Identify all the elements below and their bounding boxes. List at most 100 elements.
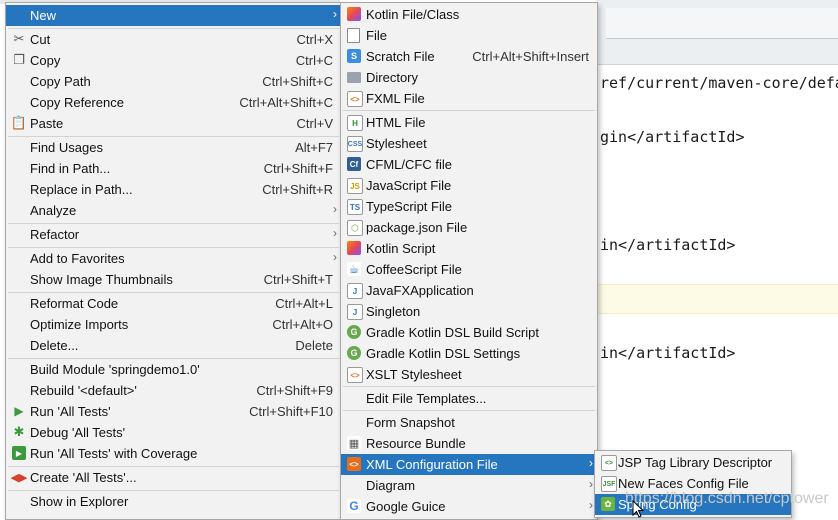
menu-item-label: Replace in Path... bbox=[30, 182, 133, 197]
menu-item-label: Refactor bbox=[30, 227, 80, 242]
new-item-google-guice[interactable]: G Google Guice › bbox=[341, 496, 597, 517]
menu-item-label: Edit File Templates... bbox=[366, 391, 487, 406]
menu-item-show-in-explorer[interactable]: Show in Explorer bbox=[6, 491, 341, 512]
menu-item-label: CFML/CFC file bbox=[366, 157, 452, 172]
menu-item-shortcut: Ctrl+Shift+R bbox=[262, 182, 333, 197]
menu-item-run-all-tests[interactable]: ▶ Run 'All Tests' Ctrl+Shift+F10 bbox=[6, 401, 341, 422]
menu-item-find-usages[interactable]: Find Usages Alt+F7 bbox=[6, 137, 341, 158]
new-item-directory[interactable]: Directory bbox=[341, 67, 597, 88]
css-file-icon: CSS bbox=[347, 136, 363, 152]
new-item-edit-file-templates[interactable]: Edit File Templates... bbox=[341, 388, 597, 409]
menu-item-shortcut: Alt+F7 bbox=[295, 140, 333, 155]
menu-item-label: Find Usages bbox=[30, 140, 103, 155]
package-json-icon: ⬡ bbox=[347, 220, 363, 236]
menu-item-find-in-path[interactable]: Find in Path... Ctrl+Shift+F bbox=[6, 158, 341, 179]
menu-item-replace-in-path[interactable]: Replace in Path... Ctrl+Shift+R bbox=[6, 179, 341, 200]
new-item-scratch-file[interactable]: S Scratch File Ctrl+Alt+Shift+Insert bbox=[341, 46, 597, 67]
scissors-icon: ✂ bbox=[13, 31, 25, 46]
new-item-singleton[interactable]: J Singleton bbox=[341, 301, 597, 322]
menu-item-delete[interactable]: Delete... Delete bbox=[6, 335, 341, 356]
menu-item-rebuild[interactable]: Rebuild '<default>' Ctrl+Shift+F9 bbox=[6, 380, 341, 401]
menu-item-add-to-favorites[interactable]: Add to Favorites › bbox=[6, 248, 341, 269]
menu-item-label: Optimize Imports bbox=[30, 317, 129, 332]
new-item-javascript-file[interactable]: JS JavaScript File bbox=[341, 175, 597, 196]
menu-item-label: Delete... bbox=[30, 338, 79, 353]
file-icon bbox=[347, 28, 360, 43]
new-submenu: Kotlin File/Class File S Scratch File Ct… bbox=[340, 2, 598, 520]
menu-item-shortcut: Ctrl+Alt+Shift+C bbox=[239, 95, 333, 110]
editor-tab-strip bbox=[596, 0, 838, 65]
new-item-xml-configuration-file[interactable]: <> XML Configuration File › bbox=[341, 454, 597, 475]
menu-item-create-all-tests[interactable]: ◀▶ Create 'All Tests'... bbox=[6, 467, 341, 488]
menu-item-optimize-imports[interactable]: Optimize Imports Ctrl+Alt+O bbox=[6, 314, 341, 335]
new-item-file[interactable]: File bbox=[341, 25, 597, 46]
paste-icon: 📋 bbox=[10, 115, 28, 130]
new-item-coffeescript[interactable]: ☕ CoffeeScript File bbox=[341, 259, 597, 280]
menu-item-show-image-thumbnails[interactable]: Show Image Thumbnails Ctrl+Shift+T bbox=[6, 269, 341, 290]
menu-item-shortcut: Ctrl+Alt+Shift+Insert bbox=[472, 49, 589, 64]
menu-item-label: Find in Path... bbox=[30, 161, 111, 176]
menu-item-shortcut: Ctrl+Shift+T bbox=[263, 272, 333, 287]
menu-item-label: Show in Explorer bbox=[30, 494, 129, 509]
menu-item-label: Directory bbox=[366, 70, 419, 85]
spring-icon: ✿ bbox=[601, 497, 615, 511]
menu-item-debug-all-tests[interactable]: ✱ Debug 'All Tests' bbox=[6, 422, 341, 443]
mouse-cursor-icon bbox=[632, 500, 644, 518]
menu-item-refactor[interactable]: Refactor › bbox=[6, 224, 341, 245]
new-item-form-snapshot[interactable]: Form Snapshot bbox=[341, 412, 597, 433]
xml-item-jsp-tag-library[interactable]: <> JSP Tag Library Descriptor bbox=[595, 452, 791, 473]
new-item-resource-bundle[interactable]: ▦ Resource Bundle bbox=[341, 433, 597, 454]
new-item-gradle-build-script[interactable]: G Gradle Kotlin DSL Build Script bbox=[341, 322, 597, 343]
debug-icon: ✱ bbox=[13, 424, 25, 439]
new-item-diagram[interactable]: Diagram › bbox=[341, 475, 597, 496]
menu-item-label: Google Guice bbox=[366, 499, 446, 514]
menu-item-copy-path[interactable]: Copy Path Ctrl+Shift+C bbox=[6, 71, 341, 92]
chevron-right-icon: › bbox=[589, 456, 593, 470]
menu-item-paste[interactable]: 📋 Paste Ctrl+V bbox=[6, 113, 341, 134]
chevron-right-icon: › bbox=[333, 7, 337, 21]
singleton-icon: J bbox=[347, 304, 363, 320]
new-item-kotlin-file[interactable]: Kotlin File/Class bbox=[341, 4, 597, 25]
menu-item-shortcut: Ctrl+V bbox=[296, 116, 333, 131]
watermark: https://blog.csdn.net/cptower bbox=[625, 490, 829, 507]
typescript-file-icon: TS bbox=[347, 199, 363, 215]
menu-item-label: New Faces Config File bbox=[618, 476, 749, 491]
menu-separator bbox=[343, 110, 595, 111]
new-item-kotlin-script[interactable]: Kotlin Script bbox=[341, 238, 597, 259]
menu-item-copy-reference[interactable]: Copy Reference Ctrl+Alt+Shift+C bbox=[6, 92, 341, 113]
menu-item-run-with-coverage[interactable]: ▶ Run 'All Tests' with Coverage bbox=[6, 443, 341, 464]
jsf-icon: JSF bbox=[601, 476, 617, 492]
folder-icon bbox=[347, 72, 361, 83]
new-item-javafx-application[interactable]: J JavaFXApplication bbox=[341, 280, 597, 301]
menu-item-shortcut: Ctrl+Alt+L bbox=[275, 296, 333, 311]
google-icon: G bbox=[347, 499, 361, 513]
javafx-icon: J bbox=[347, 283, 363, 299]
new-item-stylesheet[interactable]: CSS Stylesheet bbox=[341, 133, 597, 154]
new-item-package-json[interactable]: ⬡ package.json File bbox=[341, 217, 597, 238]
new-item-html-file[interactable]: H HTML File bbox=[341, 112, 597, 133]
menu-item-build-module[interactable]: Build Module 'springdemo1.0' bbox=[6, 359, 341, 380]
new-item-xslt-stylesheet[interactable]: <> XSLT Stylesheet bbox=[341, 364, 597, 385]
menu-item-shortcut: Ctrl+X bbox=[296, 32, 333, 47]
new-item-fxml-file[interactable]: <> FXML File bbox=[341, 88, 597, 109]
menu-item-new[interactable]: New › bbox=[6, 5, 341, 26]
menu-item-label: XSLT Stylesheet bbox=[366, 367, 462, 382]
menu-item-label: New bbox=[30, 8, 57, 23]
menu-item-analyze[interactable]: Analyze › bbox=[6, 200, 341, 221]
xml-file-icon: <> bbox=[347, 457, 361, 471]
menu-item-copy[interactable]: ❐ Copy Ctrl+C bbox=[6, 50, 341, 71]
menu-item-cut[interactable]: ✂ Cut Ctrl+X bbox=[6, 29, 341, 50]
new-item-cfml-file[interactable]: Cf CFML/CFC file bbox=[341, 154, 597, 175]
gradle-icon: G bbox=[347, 346, 361, 360]
menu-item-label: Copy bbox=[30, 53, 61, 68]
menu-item-label: Paste bbox=[30, 116, 64, 131]
menu-separator bbox=[343, 410, 595, 411]
run-icon: ▶ bbox=[14, 404, 24, 418]
menu-item-shortcut: Ctrl+Alt+O bbox=[272, 317, 333, 332]
menu-item-label: JSP Tag Library Descriptor bbox=[618, 455, 773, 470]
menu-item-reformat-code[interactable]: Reformat Code Ctrl+Alt+L bbox=[6, 293, 341, 314]
editor-tab[interactable] bbox=[606, 8, 838, 39]
create-test-icon: ◀▶ bbox=[10, 471, 28, 484]
new-item-gradle-settings[interactable]: G Gradle Kotlin DSL Settings bbox=[341, 343, 597, 364]
new-item-typescript-file[interactable]: TS TypeScript File bbox=[341, 196, 597, 217]
